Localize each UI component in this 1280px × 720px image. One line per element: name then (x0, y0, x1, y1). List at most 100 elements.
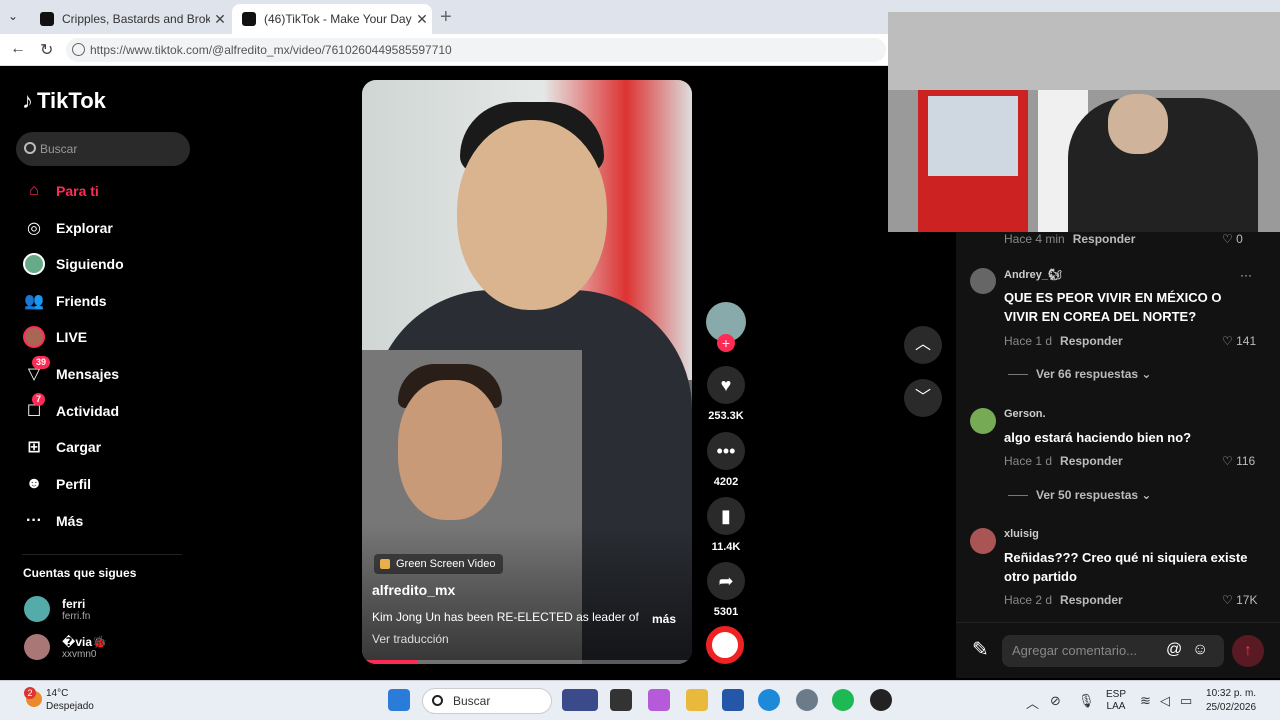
back-arrow-icon[interactable]: ← (10, 40, 26, 58)
clock[interactable]: 10:32 p. m. 25/02/2026 (1206, 687, 1256, 715)
search-icon (432, 695, 443, 706)
sidebar-item-label: Cargar (56, 439, 102, 455)
sidebar-item-para-ti[interactable]: ⌂ Para ti (22, 176, 99, 206)
comment-text: algo estará haciendo bien no? (1004, 430, 1192, 445)
comment-button[interactable]: ••• 4202 (704, 432, 748, 488)
close-tab-icon[interactable]: ✕ (412, 11, 432, 28)
spotify-icon[interactable] (832, 689, 854, 711)
video-figure (398, 380, 502, 520)
site-info-icon[interactable] (72, 43, 85, 56)
comment-time: Hace 2 d (1004, 593, 1053, 607)
store-icon[interactable] (722, 689, 744, 711)
avatar[interactable] (970, 528, 996, 554)
sidebar-item-explorar[interactable]: ◎ Explorar (22, 213, 113, 243)
browser-tab-active[interactable]: (46)TikTok - Make Your Day ✕ (232, 4, 432, 34)
reply-button[interactable]: Responder (1060, 334, 1123, 348)
sidebar-item-live[interactable]: LIVE (22, 322, 87, 352)
wifi-icon[interactable]: ≋ (1140, 693, 1151, 709)
comment-like-count: 141 (1236, 334, 1257, 348)
taskbar-search[interactable]: Buscar (422, 688, 552, 714)
comment-time: Hace 4 min (1004, 232, 1065, 246)
video-player[interactable]: Green Screen Video alfredito_mx Kim Jong… (362, 80, 692, 664)
comment-input[interactable]: Agregar comentario... (1002, 635, 1224, 667)
sidebar-item-siguiendo[interactable]: Siguiendo (22, 249, 124, 279)
comment-like-button[interactable]: ♡ 141 (1222, 334, 1256, 348)
tiktok-note-icon: ♪ (22, 88, 33, 113)
language-indicator[interactable]: ESP LAA (1106, 689, 1126, 713)
following-name: �via🐞 (62, 634, 107, 649)
sidebar-item-cargar[interactable]: ⊞ Cargar (22, 432, 101, 462)
comment-more-icon[interactable]: ··· (1240, 268, 1252, 282)
battery-icon[interactable]: ▭ (1180, 693, 1192, 709)
windows-start-icon[interactable] (388, 689, 410, 711)
chevron-down-icon: ⌄ (1138, 367, 1152, 381)
file-explorer-icon[interactable] (686, 689, 708, 711)
reply-button[interactable]: Responder (1060, 593, 1123, 607)
recording-app-icon[interactable] (870, 689, 892, 711)
profile-icon: ☻ (25, 475, 43, 492)
bookmark-icon: ▮ (707, 497, 745, 535)
weather-temp: 14°C (46, 688, 69, 699)
comment-user[interactable]: xluisig (1004, 528, 1039, 540)
new-tab-button[interactable]: + (440, 6, 452, 29)
browser-tab-inactive[interactable]: Cripples, Bastards and Broken Thin ✕ (30, 4, 230, 34)
comment-like-button[interactable]: ♡ 17K (1222, 593, 1257, 607)
copilot-icon[interactable] (648, 689, 670, 711)
emoji-icon[interactable]: ☺ (1192, 641, 1208, 659)
widgets-icon[interactable] (562, 689, 598, 711)
following-account[interactable]: �via🐞 xxvmn0 (24, 634, 107, 660)
reload-icon[interactable]: ↻ (40, 40, 53, 60)
share-icon: ➦ (707, 562, 745, 600)
settings-icon[interactable] (796, 689, 818, 711)
comment-user[interactable]: Andrey_🐿 (1004, 268, 1062, 281)
reply-button[interactable]: Responder (1073, 232, 1136, 246)
tray-chevron-icon[interactable]: ︿ (1026, 693, 1039, 712)
tab-list-chevron-icon[interactable]: ⌄ (8, 9, 24, 25)
view-replies-button[interactable]: Ver 66 respuestas ⌄ (1008, 367, 1151, 381)
view-replies-button[interactable]: Ver 50 respuestas ⌄ (1008, 488, 1151, 502)
green-screen-tag[interactable]: Green Screen Video (374, 554, 504, 574)
sidebar-item-actividad[interactable]: ☐ 7 Actividad (22, 393, 119, 426)
no-sound-icon[interactable]: ⊘ (1050, 693, 1061, 709)
weather-sun-icon: 2 (24, 687, 42, 707)
edge-icon[interactable] (758, 689, 780, 711)
comment-like-button[interactable]: ♡ 116 (1222, 454, 1255, 468)
avatar[interactable] (970, 408, 996, 434)
comment-like-button[interactable]: ♡ 0 (1222, 232, 1243, 246)
share-button[interactable]: ➦ 5301 (704, 562, 748, 618)
gift-icon[interactable]: ✎ (972, 637, 989, 662)
next-video-button[interactable]: ﹀ (904, 379, 942, 417)
tiktok-favicon-icon (242, 12, 256, 26)
save-button[interactable]: ▮ 11.4K (704, 497, 748, 553)
url-field[interactable]: https://www.tiktok.com/@alfredito_mx/vid… (66, 38, 886, 62)
friends-icon: 👥 (24, 293, 44, 310)
sidebar-item-friends[interactable]: 👥 Friends (22, 286, 107, 316)
task-view-icon[interactable] (610, 689, 632, 711)
mention-icon[interactable]: @ (1166, 641, 1182, 659)
send-comment-button[interactable]: ↑ (1232, 635, 1264, 667)
search-input[interactable]: Buscar (16, 132, 190, 166)
avatar[interactable] (970, 268, 996, 294)
tiktok-logo[interactable]: ♪ TikTok (22, 88, 106, 114)
follow-plus-icon[interactable]: + (717, 334, 735, 352)
sidebar-item-mas[interactable]: ··· Más (22, 506, 83, 536)
volume-icon[interactable]: ◁ (1160, 693, 1170, 709)
microphone-icon[interactable]: 🎙 (1078, 693, 1095, 709)
video-progress-bar[interactable] (362, 660, 692, 664)
video-caption: Kim Jong Un has been RE-ELECTED as leade… (372, 610, 639, 624)
video-author[interactable]: alfredito_mx (372, 582, 455, 598)
keyboard-layout: LAA (1106, 701, 1126, 712)
sidebar-item-label: Para ti (56, 183, 99, 199)
music-disc-icon[interactable] (706, 626, 744, 664)
comment-user[interactable]: Gerson. (1004, 408, 1046, 420)
following-account[interactable]: ferri ferri.fn (24, 596, 90, 622)
close-tab-icon[interactable]: ✕ (210, 11, 230, 28)
caption-more-link[interactable]: más (652, 612, 676, 626)
sidebar-item-mensajes[interactable]: ▽ 39 Mensajes (22, 356, 119, 389)
sidebar-item-perfil[interactable]: ☻ Perfil (22, 469, 91, 499)
like-button[interactable]: ♥ 253.3K (704, 366, 748, 422)
weather-widget[interactable]: 2 14°C Despejado (24, 687, 94, 713)
translate-link[interactable]: Ver traducción (372, 632, 449, 646)
previous-video-button[interactable]: ︿ (904, 326, 942, 364)
reply-button[interactable]: Responder (1060, 454, 1123, 468)
